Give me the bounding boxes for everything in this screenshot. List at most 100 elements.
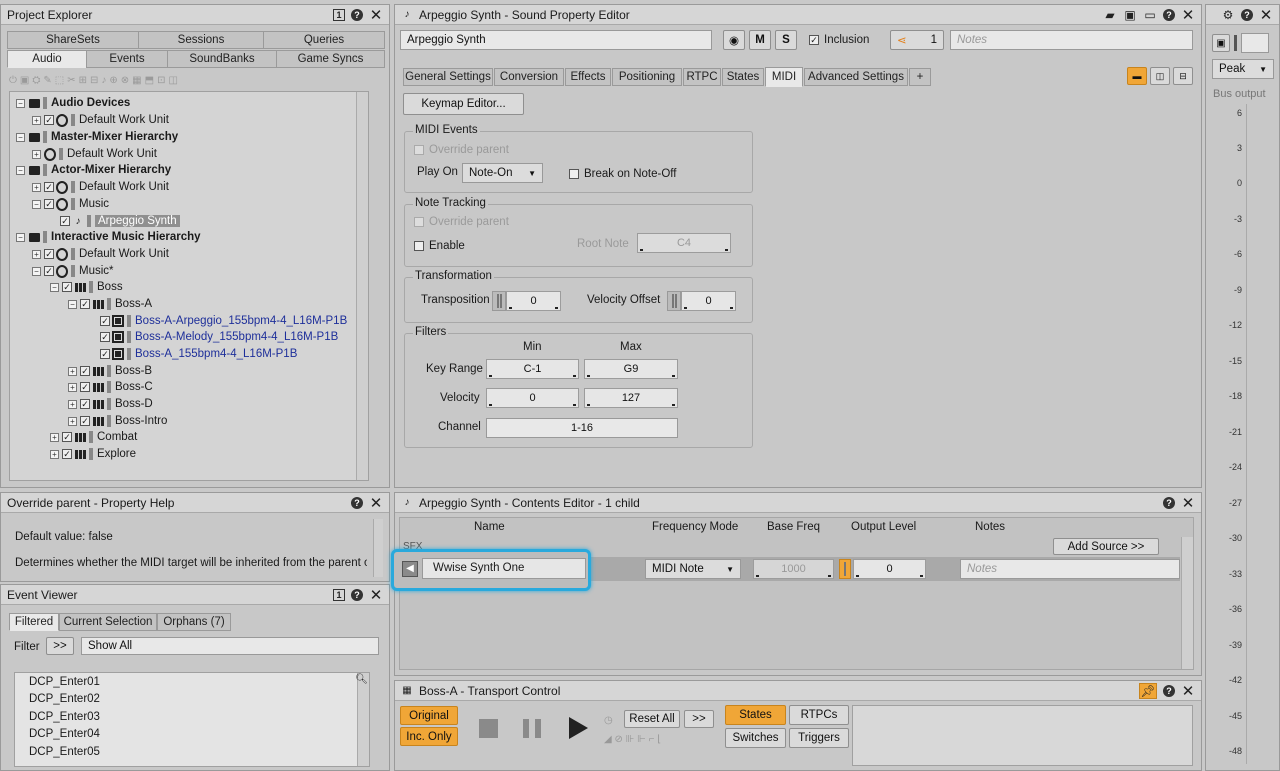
help-icon[interactable]: ? [351, 588, 363, 601]
key-range-max-field[interactable]: G9 [584, 359, 678, 379]
override-parent-checkbox[interactable]: Override parent [414, 216, 509, 228]
base-freq-field[interactable]: 1000 [753, 559, 834, 579]
source-name-field[interactable]: Wwise Synth One [422, 558, 586, 579]
meter-bar-icon[interactable] [1234, 35, 1237, 51]
tab-game-syncs[interactable]: Game Syncs [276, 50, 385, 68]
object-name-field[interactable]: Arpeggio Synth [400, 30, 712, 50]
enable-checkbox[interactable]: Enable [414, 240, 465, 252]
tab-states[interactable]: States [722, 68, 764, 86]
tree-scrollbar[interactable] [356, 92, 368, 480]
keymap-editor-button[interactable]: Keymap Editor... [403, 93, 524, 115]
layout-single-button[interactable]: ▬ [1127, 67, 1147, 85]
tree-item[interactable]: + ✓ Boss-B [68, 363, 152, 379]
inc-only-button[interactable]: Inc. Only [400, 727, 458, 746]
source-name-cell[interactable]: ◀ Wwise Synth One [391, 549, 591, 591]
column-header-frequency-mode[interactable]: Frequency Mode [652, 521, 738, 533]
settings-icon[interactable]: ⚙ [1221, 8, 1235, 22]
toolbar-icon[interactable]: ♪ [101, 75, 106, 86]
meter-mode-dropdown[interactable]: Peak ▼ [1212, 59, 1274, 79]
transposition-slider-handle[interactable] [492, 291, 506, 311]
key-range-min-field[interactable]: C-1 [486, 359, 579, 379]
column-header-notes[interactable]: Notes [975, 521, 1005, 533]
save-icon[interactable]: ▣ [1123, 8, 1137, 22]
tree-item[interactable]: ✓ Boss-A-Arpeggio_155bpm4-4_L16M-P1B [100, 313, 347, 329]
contents-scrollbar[interactable] [1181, 537, 1193, 669]
velocity-offset-slider-handle[interactable] [667, 291, 681, 311]
output-level-field[interactable]: 0 [853, 559, 926, 579]
layout-split-v-button[interactable]: ◫ [1150, 67, 1170, 85]
toolbar-icon[interactable]: ⊗ [121, 75, 129, 86]
tab-sessions[interactable]: Sessions [138, 31, 264, 49]
tab-current-selection[interactable]: Current Selection [59, 613, 157, 631]
tree-item[interactable]: − ✓ Boss-A [68, 296, 152, 312]
toolbar-icon[interactable]: ⊕ [109, 75, 117, 86]
tree-item[interactable]: − ✓ Music [32, 196, 109, 212]
play-icon[interactable] [569, 717, 588, 739]
column-header-base-freq[interactable]: Base Freq [767, 521, 820, 533]
toolbar-icon[interactable]: ⊡ [157, 75, 165, 86]
help-icon[interactable]: ? [1163, 684, 1175, 697]
toolbar-icon[interactable]: ▣ [20, 75, 29, 86]
rtpcs-button[interactable]: RTPCs [789, 705, 849, 725]
velocity-offset-field[interactable]: 0 [681, 291, 736, 311]
speaker-icon[interactable]: ◀ [402, 561, 418, 577]
tab-filtered[interactable]: Filtered [9, 613, 59, 631]
tree-item[interactable]: + ✓ Default Work Unit [32, 246, 169, 262]
help-icon[interactable]: ? [1241, 8, 1253, 21]
break-on-note-off-checkbox[interactable]: Break on Note-Off [569, 168, 676, 180]
window-icon[interactable]: ▭ [1143, 8, 1157, 22]
close-icon[interactable]: ✕ [1181, 683, 1195, 700]
close-icon[interactable]: ✕ [369, 7, 383, 24]
help-icon[interactable]: ? [351, 8, 363, 21]
toolbar-icon[interactable]: ⬚ [55, 75, 64, 86]
column-header-name[interactable]: Name [474, 521, 505, 533]
pin-number-icon[interactable]: 1 [333, 8, 345, 21]
color-palette-button[interactable]: ◉ [723, 30, 745, 50]
reset-more-button[interactable]: >> [684, 710, 714, 728]
reset-all-button[interactable]: Reset All [624, 710, 680, 728]
triggers-button[interactable]: Triggers [789, 728, 849, 748]
pause-icon[interactable] [523, 719, 541, 738]
toolbar-icon[interactable]: ✂ [67, 75, 75, 86]
add-source-button[interactable]: Add Source >> [1053, 538, 1159, 555]
references-button[interactable]: ⋖ 1 [890, 30, 944, 50]
tree-item[interactable]: − Actor-Mixer Hierarchy [16, 162, 171, 178]
help-icon[interactable]: ? [351, 496, 363, 509]
tree-item[interactable]: + ✓ Explore [50, 446, 136, 462]
tab-orphans[interactable]: Orphans (7) [157, 613, 231, 631]
channel-field[interactable]: 1-16 [486, 418, 678, 438]
velocity-max-field[interactable]: 127 [584, 388, 678, 408]
tab-advanced-settings[interactable]: Advanced Settings [804, 68, 908, 86]
tree-item[interactable]: ✓ Boss-A_155bpm4-4_L16M-P1B [100, 346, 297, 362]
tree-item[interactable]: − Interactive Music Hierarchy [16, 229, 201, 245]
tab-conversion[interactable]: Conversion [494, 68, 564, 86]
output-level-slider-handle[interactable] [839, 559, 851, 579]
states-button[interactable]: States [725, 705, 786, 725]
inclusion-checkbox[interactable]: ✓ Inclusion [809, 34, 869, 46]
tab-midi[interactable]: MIDI [765, 67, 803, 87]
tree-item-selected[interactable]: ✓ ♪ Arpeggio Synth [60, 213, 180, 229]
close-icon[interactable]: ✕ [1181, 7, 1195, 24]
close-icon[interactable]: ✕ [369, 495, 383, 512]
list-item[interactable]: DCP_Enter04 [29, 728, 100, 740]
frequency-mode-dropdown[interactable]: MIDI Note ▼ [645, 559, 741, 579]
list-item[interactable]: DCP_Enter05 [29, 746, 100, 758]
switches-button[interactable]: Switches [725, 728, 786, 748]
notes-field[interactable]: Notes [950, 30, 1193, 50]
tree-item[interactable]: − Audio Devices [16, 95, 130, 111]
original-button[interactable]: Original [400, 706, 458, 725]
toolbar-icon[interactable]: ⊞ [79, 75, 87, 86]
stop-icon[interactable] [479, 719, 498, 738]
tree-item[interactable]: − ✓ Boss [50, 279, 123, 295]
tab-add[interactable]: + [909, 68, 931, 86]
tab-positioning[interactable]: Positioning [612, 68, 682, 86]
meter-icon[interactable]: ▣ [1212, 34, 1230, 52]
history-icon[interactable]: ◷ [604, 715, 613, 726]
event-list-scrollbar[interactable] [357, 673, 369, 766]
toolbar-icon[interactable]: ⬒ [145, 75, 154, 86]
close-icon[interactable]: ✕ [369, 587, 383, 604]
column-header-output-level[interactable]: Output Level [851, 521, 916, 533]
close-icon[interactable]: ✕ [1259, 7, 1273, 24]
mute-button[interactable]: M [749, 30, 771, 50]
tab-sharesets[interactable]: ShareSets [7, 31, 139, 49]
